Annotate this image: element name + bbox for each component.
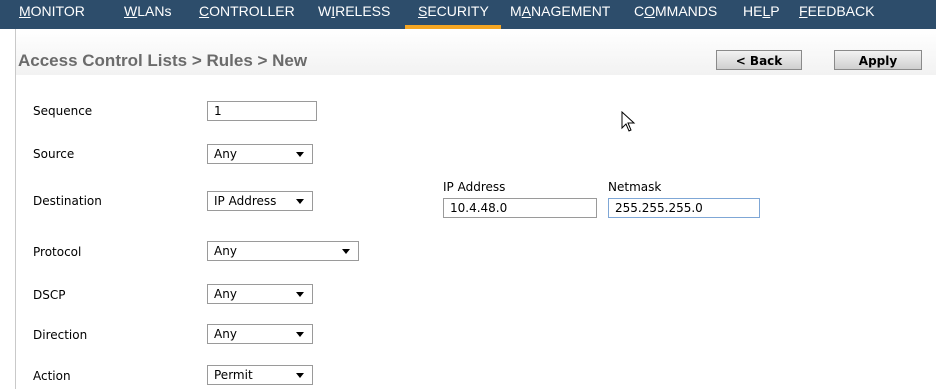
netmask-label: Netmask (608, 180, 662, 194)
nav-security[interactable]: SECURITY (418, 0, 489, 25)
chevron-down-icon (296, 152, 304, 157)
destination-value: IP Address (214, 194, 277, 208)
chevron-down-icon (296, 373, 304, 378)
nav-commands[interactable]: COMMANDS (634, 0, 717, 25)
netmask-input[interactable]: 255.255.255.0 (608, 198, 760, 218)
sequence-label: Sequence (33, 104, 93, 118)
nav-help[interactable]: HELP (743, 0, 780, 25)
chevron-down-icon (296, 199, 304, 204)
chevron-down-icon (342, 249, 350, 254)
apply-button[interactable]: Apply (834, 50, 922, 70)
source-value: Any (214, 147, 237, 161)
dscp-value: Any (214, 287, 237, 301)
destination-label: Destination (33, 194, 102, 208)
dscp-select[interactable]: Any (207, 284, 313, 304)
top-nav-bar: MONITOR WLANs CONTROLLER WIRELESS SECURI… (0, 0, 936, 29)
nav-management[interactable]: MANAGEMENT (510, 0, 610, 25)
nav-wireless[interactable]: WIRELESS (318, 0, 390, 25)
nav-wlans[interactable]: WLANs (124, 0, 171, 25)
destination-select[interactable]: IP Address (207, 191, 313, 211)
chevron-down-icon (296, 292, 304, 297)
protocol-value: Any (214, 244, 237, 258)
source-label: Source (33, 147, 75, 161)
ip-address-label: IP Address (443, 180, 506, 194)
protocol-label: Protocol (33, 245, 82, 259)
sequence-input[interactable]: 1 (207, 101, 317, 121)
action-value: Permit (214, 368, 253, 382)
protocol-select[interactable]: Any (207, 241, 359, 261)
direction-value: Any (214, 327, 237, 341)
back-button[interactable]: < Back (716, 50, 802, 70)
dscp-label: DSCP (33, 288, 66, 302)
source-select[interactable]: Any (207, 144, 313, 164)
chevron-down-icon (296, 332, 304, 337)
nav-monitor[interactable]: MONITOR (19, 0, 85, 25)
page-title: Access Control Lists > Rules > New (18, 51, 308, 70)
content-border (15, 29, 16, 389)
ip-address-input[interactable]: 10.4.48.0 (443, 198, 597, 218)
action-label: Action (33, 369, 71, 383)
nav-controller[interactable]: CONTROLLER (199, 0, 295, 25)
nav-feedback[interactable]: FEEDBACK (799, 0, 874, 25)
direction-select[interactable]: Any (207, 324, 313, 344)
mouse-pointer-icon (621, 111, 636, 132)
direction-label: Direction (33, 328, 88, 342)
action-select[interactable]: Permit (207, 365, 313, 385)
